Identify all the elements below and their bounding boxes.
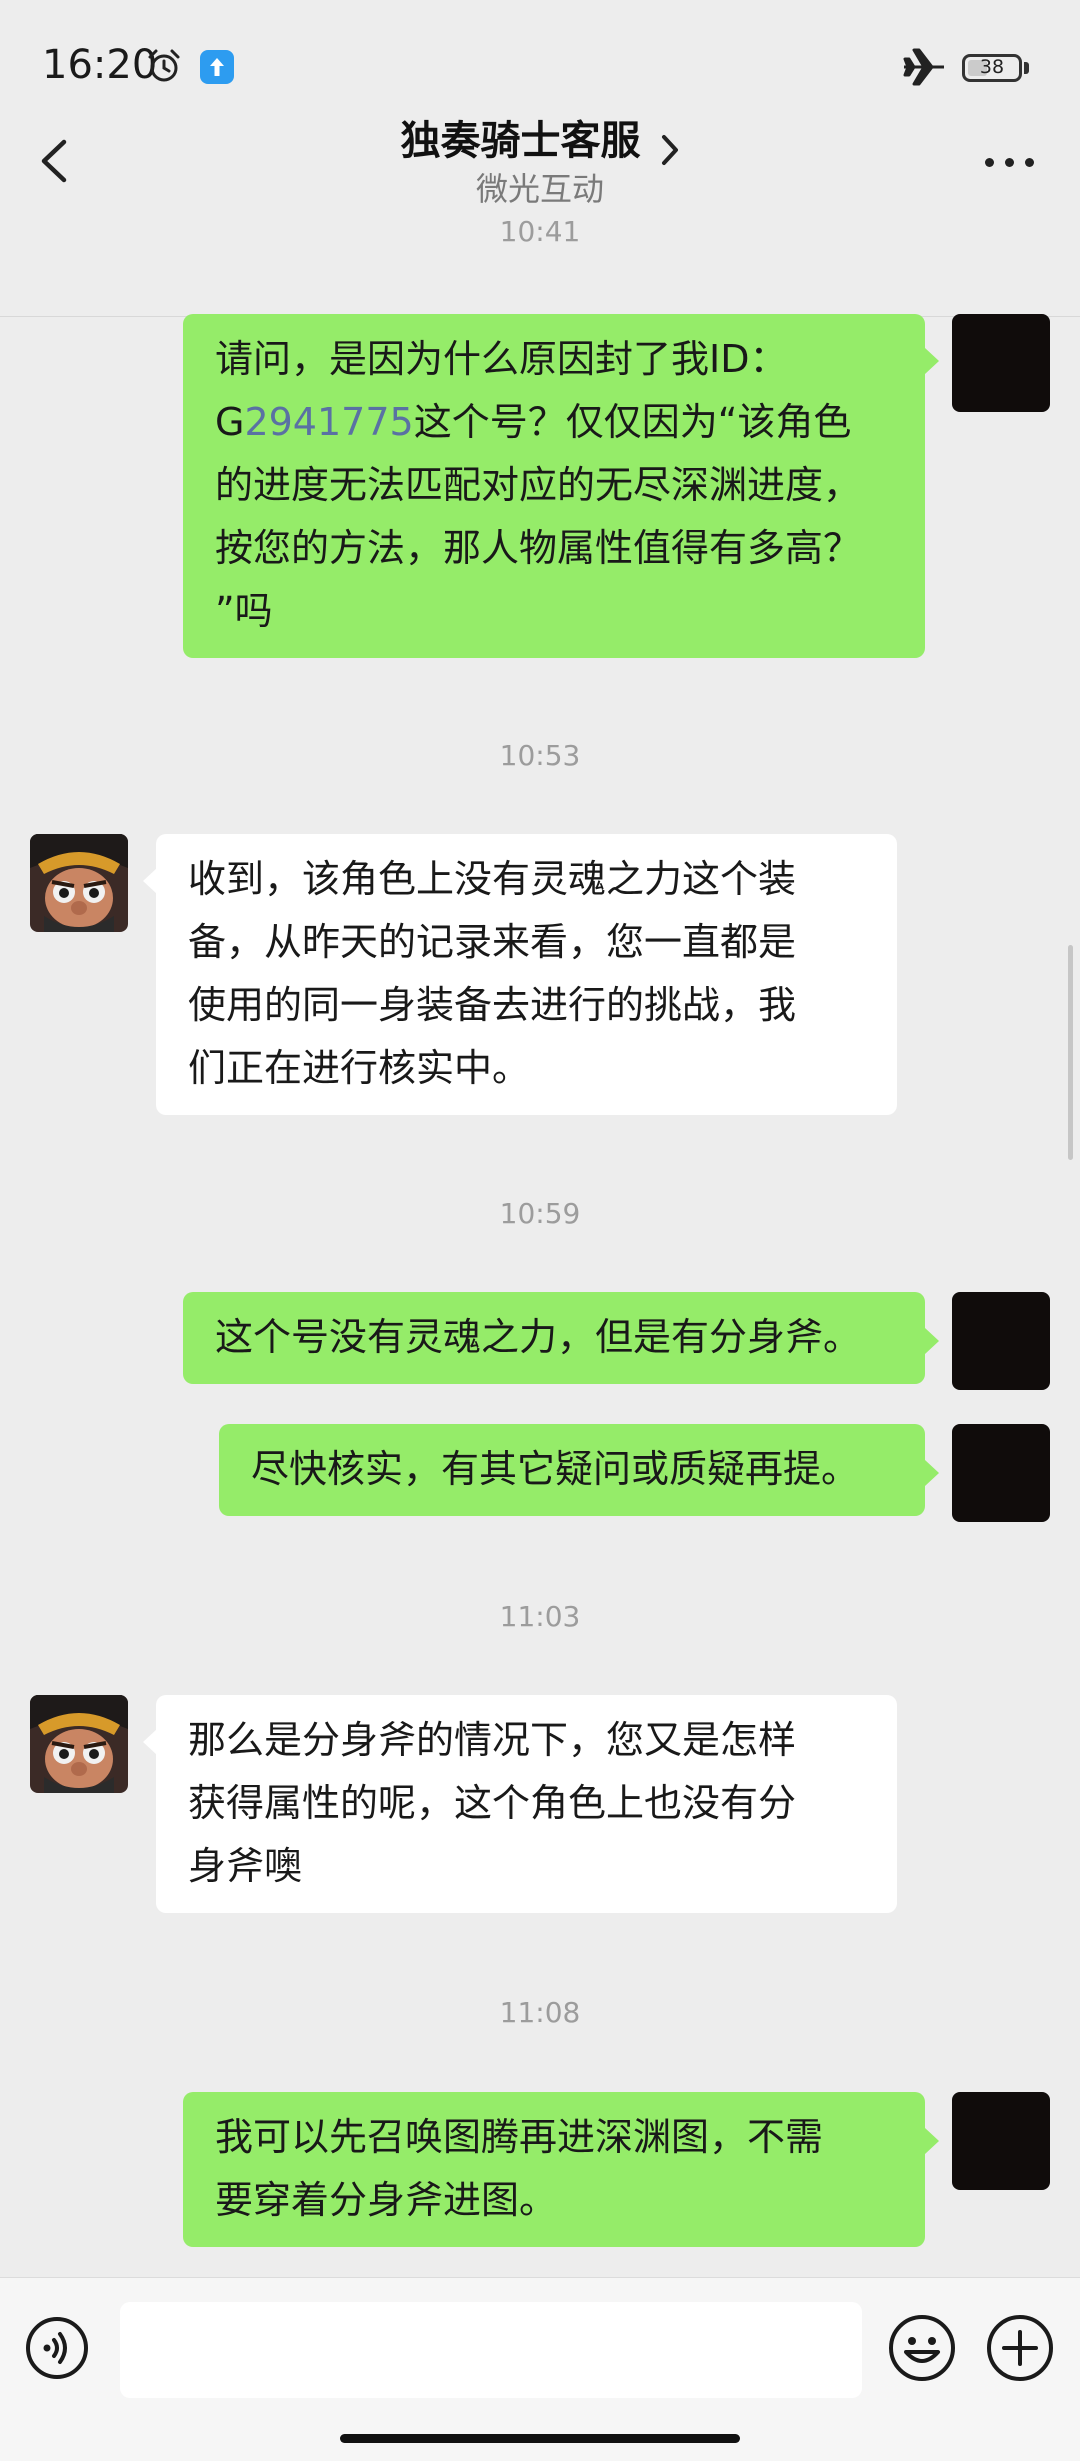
timestamp: 10:59 [499, 1197, 581, 1230]
message-id-number[interactable]: 2941775 [244, 400, 413, 444]
incoming-message[interactable]: 收到，该角色上没有灵魂之力这个装 备，从昨天的记录来看，您一直都是 使用的同一身… [156, 834, 897, 1115]
chat-subtitle: 微光互动 [475, 170, 604, 208]
chat-title-group[interactable]: 独奏骑士客服 [0, 108, 1080, 167]
avatar-me[interactable] [952, 2092, 1050, 2190]
chat-header: 独奏骑士客服 微光互动 [0, 100, 1080, 317]
timestamp: 11:03 [499, 1600, 581, 1633]
outgoing-message[interactable]: 这个号没有灵魂之力，但是有分身斧。 [183, 1292, 925, 1384]
plus-icon[interactable] [986, 2314, 1054, 2382]
upload-app-icon [200, 50, 234, 84]
battery-tip [1024, 62, 1029, 74]
home-indicator[interactable] [340, 2434, 740, 2443]
bubble-tail [925, 1460, 939, 1486]
message-input[interactable] [120, 2302, 862, 2398]
avatar-me[interactable] [952, 314, 1050, 412]
outgoing-message[interactable]: 尽快核实，有其它疑问或质疑再提。 [219, 1424, 925, 1516]
chat-title[interactable]: 独奏骑士客服 [400, 118, 640, 164]
chevron-right-icon[interactable] [660, 133, 680, 167]
status-time: 16:20 [42, 42, 158, 88]
more-icon[interactable] [985, 158, 1035, 170]
avatar-me[interactable] [952, 1292, 1050, 1390]
battery-icon: 38 [962, 54, 1022, 82]
avatar-me[interactable] [952, 1424, 1050, 1522]
timestamp: 10:53 [499, 739, 581, 772]
timestamp: 11:08 [499, 1996, 581, 2029]
bubble-tail [143, 868, 157, 894]
avatar-support[interactable] [30, 1695, 128, 1793]
timestamp: 10:41 [499, 215, 581, 248]
scrollbar[interactable] [1068, 945, 1073, 1160]
bubble-tail [143, 1729, 157, 1755]
incoming-message[interactable]: 那么是分身斧的情况下，您又是怎样 获得属性的呢，这个角色上也没有分 身斧噢 [156, 1695, 897, 1913]
airplane-mode-icon [903, 48, 944, 86]
outgoing-message[interactable]: 请问，是因为什么原因封了我ID： G2941775这个号？仅仅因为“该角色 的进… [183, 314, 925, 658]
alarm-icon [148, 49, 180, 82]
bubble-tail [925, 348, 939, 374]
bubble-tail [925, 1328, 939, 1354]
avatar-support[interactable] [30, 834, 128, 932]
emoji-icon[interactable] [888, 2314, 956, 2382]
battery-level: 38 [979, 56, 1005, 78]
outgoing-message[interactable]: 我可以先召唤图腾再进深渊图，不需 要穿着分身斧进图。 [183, 2092, 925, 2247]
voice-icon[interactable] [25, 2316, 89, 2380]
bubble-tail [925, 2128, 939, 2154]
